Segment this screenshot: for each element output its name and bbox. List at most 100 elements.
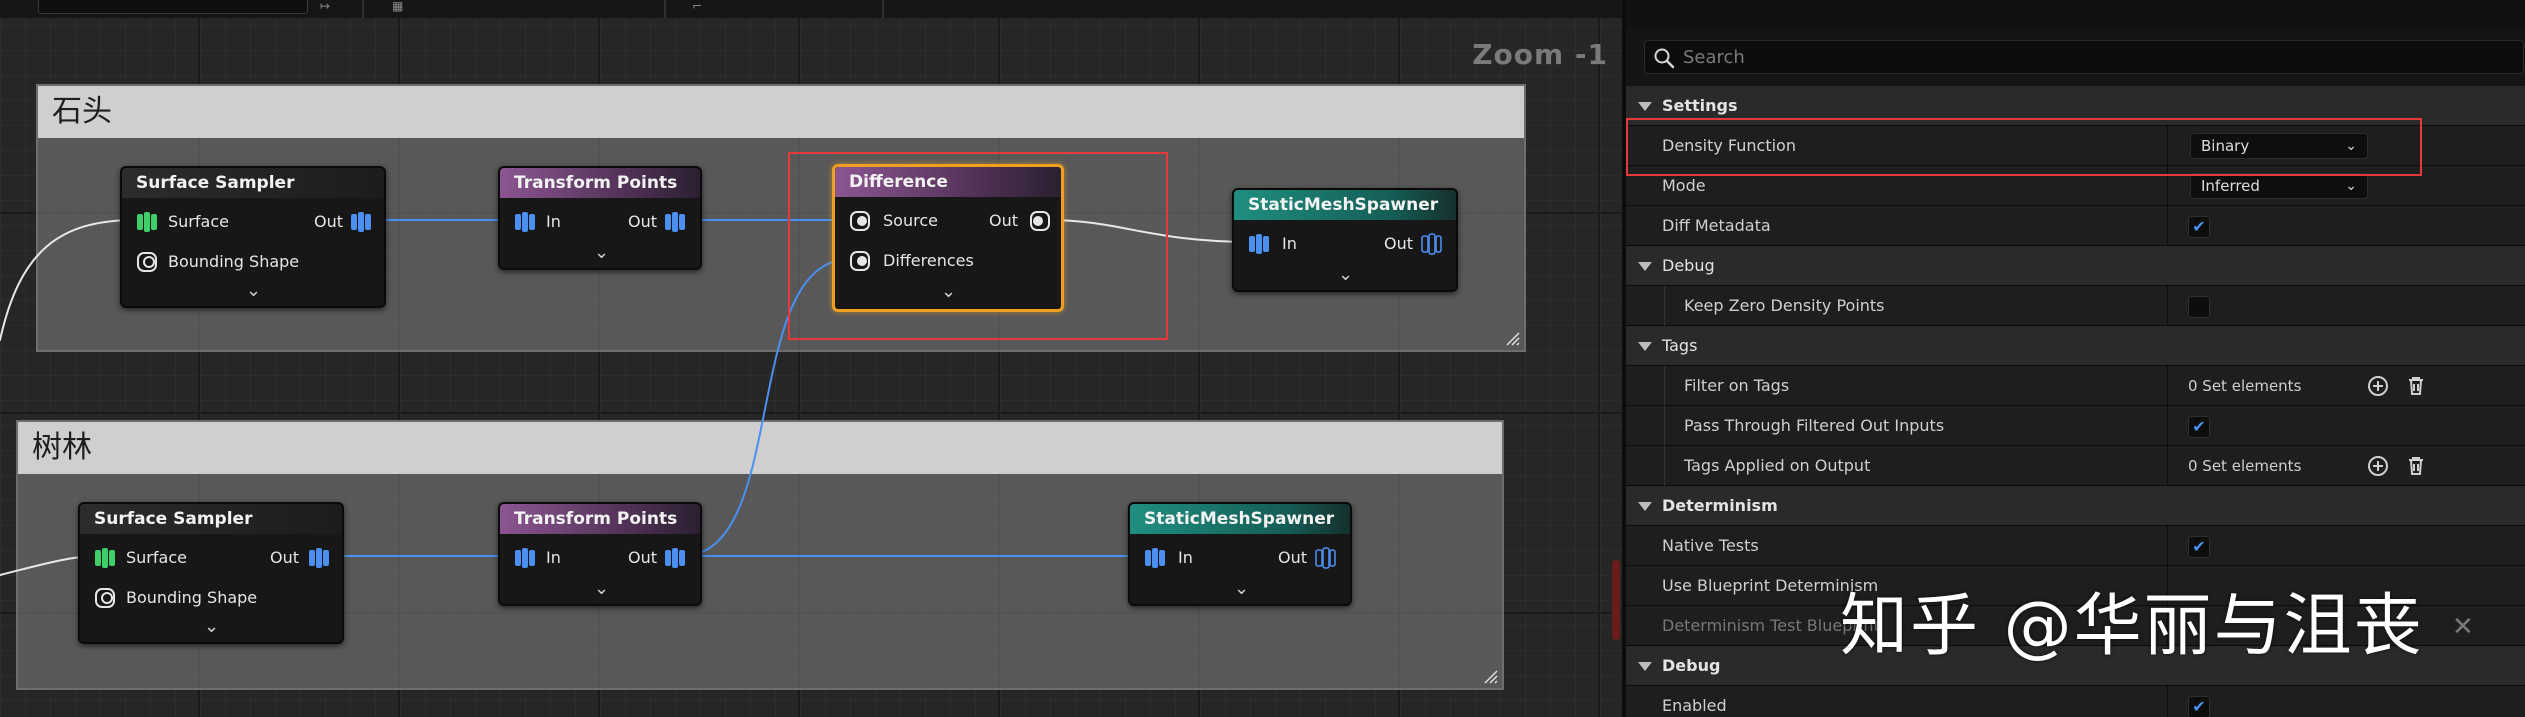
annotation-box-density-function (1626, 118, 2422, 176)
resize-grip-icon[interactable] (1504, 330, 1520, 346)
pin-label: Bounding Shape (126, 588, 258, 607)
toolbar-pin-icon[interactable]: ⌐ (692, 0, 702, 12)
pin-out-icon[interactable] (664, 546, 686, 570)
column-divider (2167, 446, 2168, 486)
pin-in-icon[interactable] (1248, 232, 1270, 256)
keep-zero-density-checkbox[interactable] (2188, 296, 2210, 318)
pin-label: Bounding Shape (168, 252, 300, 271)
add-element-icon[interactable] (2366, 374, 2390, 398)
prop-enabled[interactable]: Enabled ✔ (1626, 686, 2525, 717)
prop-diff-metadata[interactable]: Diff Metadata ✔ (1626, 206, 2525, 246)
pin-in-icon[interactable] (1144, 546, 1166, 570)
pin-label: In (1282, 234, 1297, 253)
close-icon[interactable]: ✕ (2452, 612, 2474, 642)
node-surface-sampler-2[interactable]: Surface Sampler Surface Out Bounding Sha… (78, 502, 344, 644)
chevron-down-icon: ⌄ (2345, 178, 2357, 194)
prop-label: Native Tests (1662, 536, 1759, 555)
search-bar[interactable] (1644, 40, 2524, 74)
prop-keep-zero-density[interactable]: Keep Zero Density Points (1626, 286, 2525, 326)
toolbar-grid-icon[interactable]: ▦ (392, 0, 403, 12)
collapse-triangle-icon[interactable] (1638, 342, 1652, 351)
pin-label: Out (1278, 548, 1308, 567)
native-tests-checkbox[interactable]: ✔ (2188, 536, 2210, 558)
search-input[interactable] (1683, 45, 2503, 69)
node-static-mesh-spawner-1[interactable]: StaticMeshSpawner In Out ⌄ (1232, 188, 1458, 292)
node-title: Surface Sampler (80, 504, 342, 534)
collapse-triangle-icon[interactable] (1638, 662, 1652, 671)
toolbar-field[interactable] (38, 0, 308, 14)
comment-title[interactable]: 树林 (18, 422, 1502, 474)
annotation-box-difference (788, 152, 1168, 340)
prop-label: Diff Metadata (1662, 216, 1771, 235)
indent-guide (1664, 286, 1665, 326)
comment-title[interactable]: 石头 (38, 86, 1524, 138)
pin-out-icon[interactable] (350, 210, 372, 234)
prop-label: Tags Applied on Output (1684, 456, 1871, 475)
pass-through-checkbox[interactable]: ✔ (2188, 416, 2210, 438)
pin-label: In (546, 212, 561, 231)
node-transform-points-1[interactable]: Transform Points In Out ⌄ (498, 166, 702, 270)
pin-surface-icon[interactable] (136, 210, 158, 234)
expand-chevron-icon[interactable]: ⌄ (246, 282, 261, 300)
node-title: Surface Sampler (122, 168, 384, 198)
pin-out-icon[interactable] (308, 546, 330, 570)
enabled-checkbox[interactable]: ✔ (2188, 696, 2210, 717)
pin-surface-icon[interactable] (94, 546, 116, 570)
pin-label: In (1178, 548, 1193, 567)
graph-canvas[interactable]: ↦ ▦ ⌐ Zoom -1 石头 树林 Surface Sampler Surf… (0, 0, 1622, 717)
resize-grip-icon[interactable] (1482, 668, 1498, 684)
prop-pass-through[interactable]: Pass Through Filtered Out Inputs ✔ (1626, 406, 2525, 446)
pin-label: Surface (126, 548, 187, 567)
toolbar-arrow-icon[interactable]: ↦ (320, 0, 330, 12)
pin-label: Out (314, 212, 344, 231)
collapse-triangle-icon[interactable] (1638, 262, 1652, 271)
expand-chevron-icon[interactable]: ⌄ (204, 618, 219, 636)
dropdown-value: Inferred (2201, 177, 2260, 195)
prop-value: 0 Set elements (2188, 457, 2302, 475)
collapse-triangle-icon[interactable] (1638, 102, 1652, 111)
pin-bounding-shape-icon[interactable] (94, 586, 116, 610)
prop-label: Keep Zero Density Points (1684, 296, 1885, 315)
collapse-triangle-icon[interactable] (1638, 502, 1652, 511)
prop-label: Filter on Tags (1684, 376, 1790, 395)
expand-chevron-icon[interactable]: ⌄ (594, 244, 609, 262)
toolbar-separator (362, 0, 364, 18)
toolbar-separator (664, 0, 666, 18)
zoom-label: Zoom -1 (1472, 38, 1608, 71)
trash-icon[interactable] (2404, 374, 2428, 398)
prop-native-tests[interactable]: Native Tests ✔ (1626, 526, 2525, 566)
diff-metadata-checkbox[interactable]: ✔ (2188, 216, 2210, 238)
section-label: Tags (1662, 336, 1698, 355)
prop-tags-applied[interactable]: Tags Applied on Output 0 Set elements (1626, 446, 2525, 486)
node-title: Transform Points (500, 168, 700, 198)
section-tags[interactable]: Tags (1626, 326, 2525, 366)
search-icon (1654, 48, 1675, 69)
pin-label: Out (1384, 234, 1414, 253)
details-tab-strip (1626, 0, 2525, 28)
watermark-text: 知乎 @华丽与沮丧 (1840, 587, 2424, 666)
section-debug[interactable]: Debug (1626, 246, 2525, 286)
prop-filter-on-tags[interactable]: Filter on Tags 0 Set elements (1626, 366, 2525, 406)
node-surface-sampler-1[interactable]: Surface Sampler Surface Out Bounding Sha… (120, 166, 386, 308)
pin-bounding-shape-icon[interactable] (136, 250, 158, 274)
pin-label: In (546, 548, 561, 567)
column-divider (2167, 406, 2168, 446)
expand-chevron-icon[interactable]: ⌄ (594, 580, 609, 598)
pin-out-icon[interactable] (1314, 546, 1336, 570)
panel-splitter-handle[interactable] (1612, 560, 1620, 640)
expand-chevron-icon[interactable]: ⌄ (1338, 266, 1353, 284)
trash-icon[interactable] (2404, 454, 2428, 478)
add-element-icon[interactable] (2366, 454, 2390, 478)
mode-dropdown[interactable]: Inferred ⌄ (2190, 173, 2368, 199)
node-transform-points-2[interactable]: Transform Points In Out ⌄ (498, 502, 702, 606)
pin-out-icon[interactable] (664, 210, 686, 234)
pin-out-icon[interactable] (1420, 232, 1442, 256)
node-static-mesh-spawner-2[interactable]: StaticMeshSpawner In Out ⌄ (1128, 502, 1352, 606)
section-determinism[interactable]: Determinism (1626, 486, 2525, 526)
pin-in-icon[interactable] (514, 546, 536, 570)
pin-in-icon[interactable] (514, 210, 536, 234)
expand-chevron-icon[interactable]: ⌄ (1234, 580, 1249, 598)
prop-label: Enabled (1662, 696, 1727, 715)
column-divider (2167, 366, 2168, 406)
node-title: StaticMeshSpawner (1130, 504, 1350, 534)
